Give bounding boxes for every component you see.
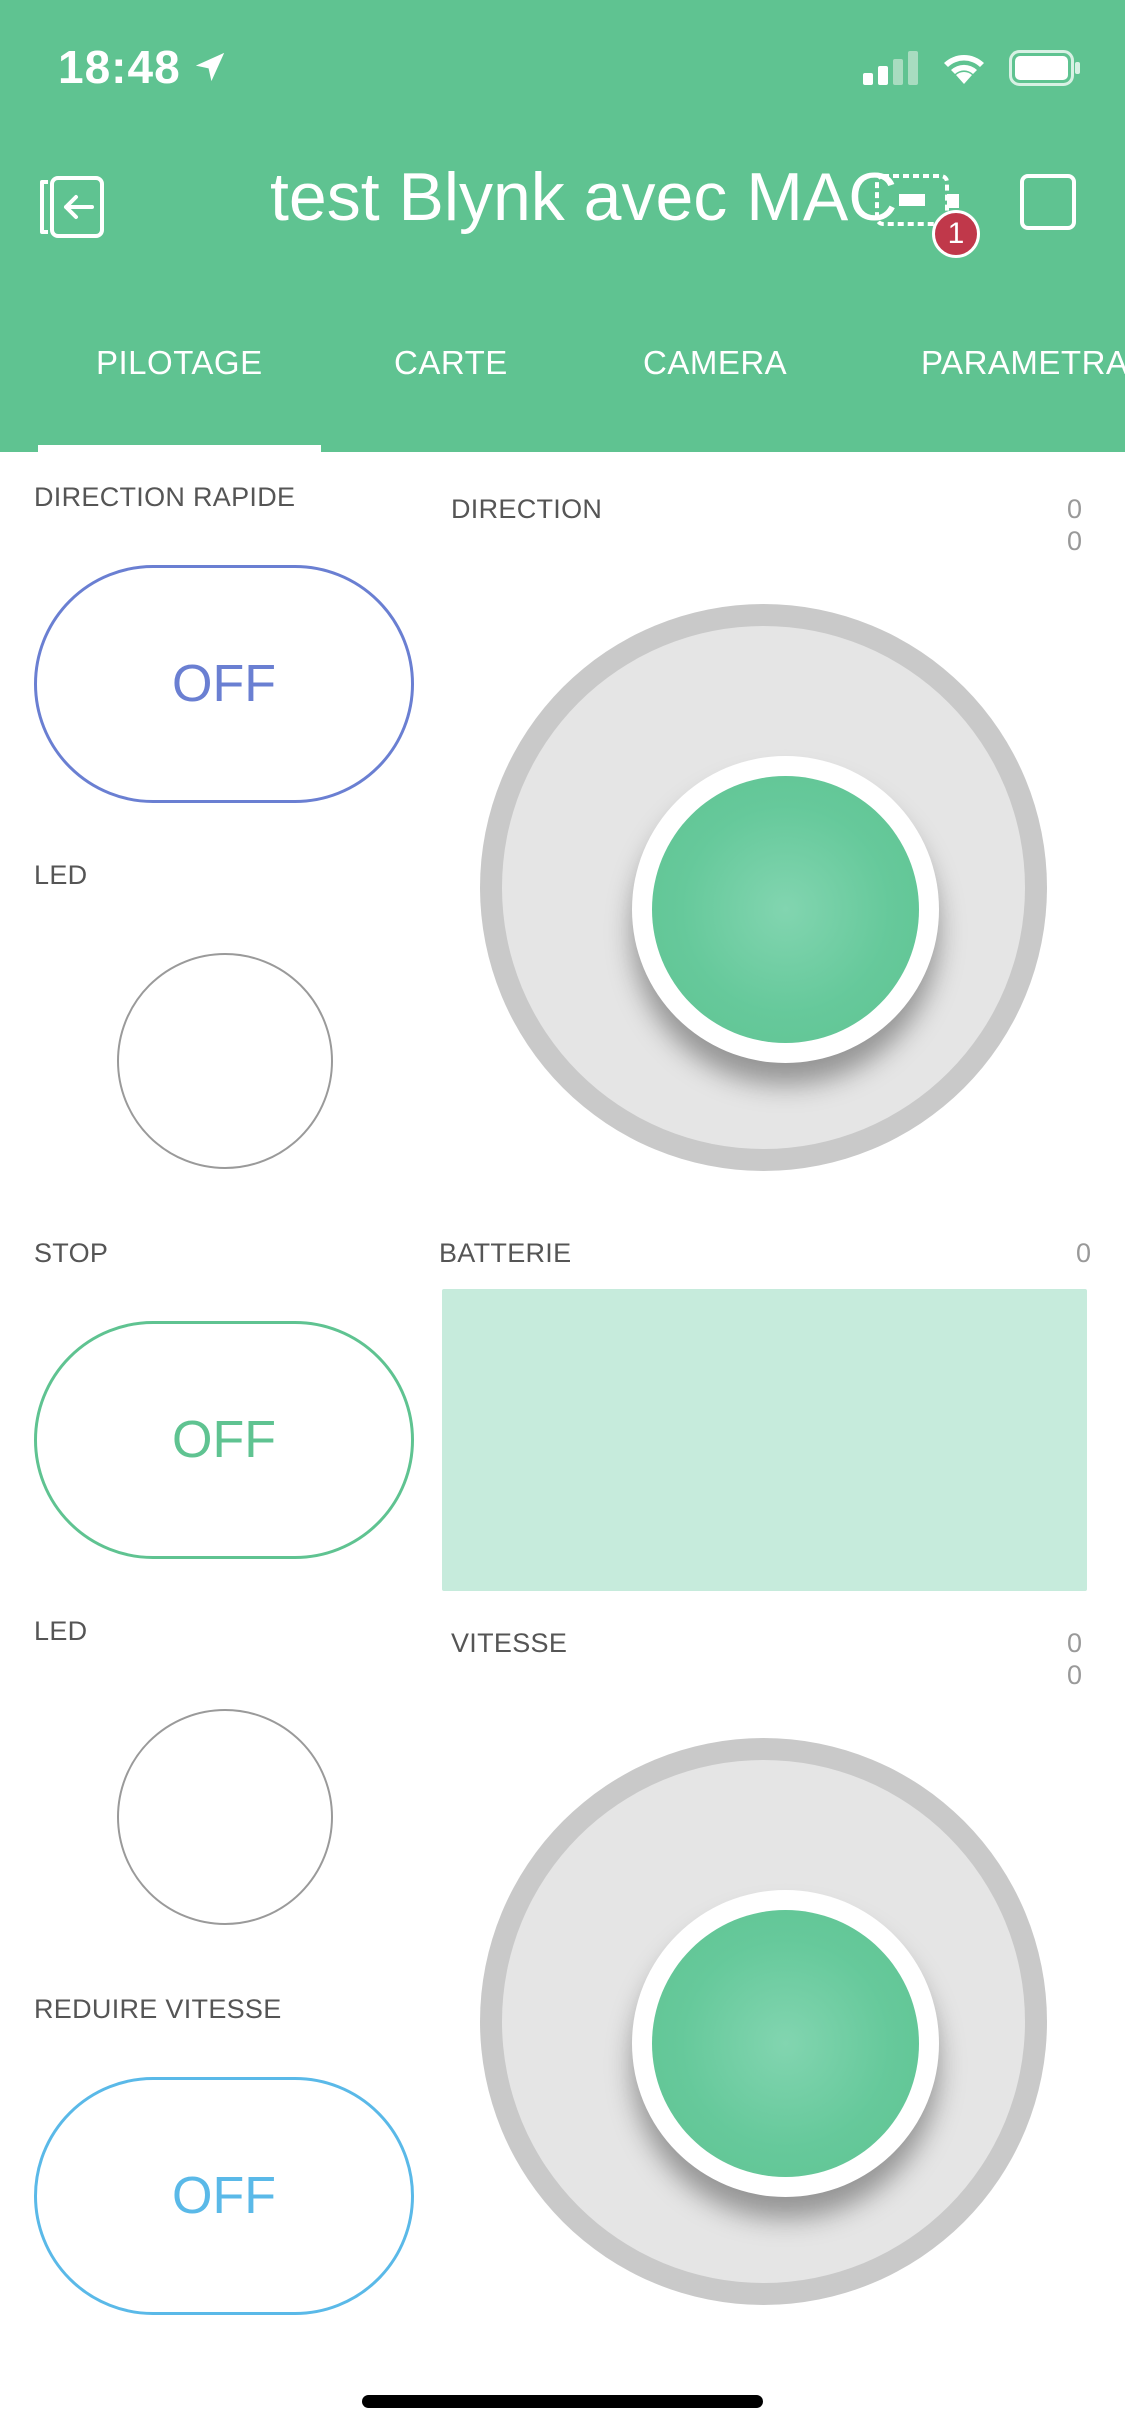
direction-rapide-button[interactable]: OFF: [34, 565, 414, 803]
direction-y-value: 0: [1066, 526, 1082, 556]
led-2-label: LED: [34, 1616, 88, 1646]
stop-label: STOP: [34, 1238, 109, 1268]
vitesse-joystick-knob[interactable]: [652, 1910, 919, 2177]
stop-button[interactable]: OFF: [34, 1321, 414, 1559]
notification-badge: 1: [932, 210, 980, 258]
direction-rapide-label: DIRECTION RAPIDE: [34, 482, 296, 512]
reduire-vitesse-label: REDUIRE VITESSE: [34, 1994, 282, 2024]
title-bar: test Blynk avec MAC 1: [0, 140, 1125, 260]
batterie-level-bar: [442, 1289, 1087, 1591]
exit-icon: [40, 176, 104, 238]
batterie-label: BATTERIE: [439, 1238, 572, 1268]
tab-camera[interactable]: CAMERA: [643, 344, 787, 382]
vitesse-y-value: 0: [1066, 1660, 1082, 1690]
wifi-icon: [944, 55, 984, 84]
vitesse-joystick-pad: [502, 1760, 1025, 2283]
led-1-indicator: [117, 953, 333, 1169]
clock-text: 18:48: [58, 41, 181, 93]
signal-icon: [863, 51, 918, 85]
app-header: 18:48 test Blynk avec MAC 1 PILOTAGE CAR…: [0, 0, 1125, 452]
location-arrow-icon: [195, 52, 224, 82]
direction-joystick-pad: [502, 626, 1025, 1149]
battery-icon: [1009, 50, 1080, 86]
status-time: 18:48: [58, 40, 227, 94]
direction-label: DIRECTION: [451, 494, 603, 524]
active-tab-indicator: [38, 445, 321, 452]
tab-pilotage[interactable]: PILOTAGE: [96, 344, 263, 382]
vitesse-joystick: [480, 1738, 1047, 2305]
stop-project-button[interactable]: [1020, 174, 1076, 230]
led-1-label: LED: [34, 860, 88, 890]
direction-joystick-handle[interactable]: [632, 756, 939, 1063]
vitesse-joystick-handle[interactable]: [632, 1890, 939, 2197]
tab-parametrage[interactable]: PARAMETRAG: [921, 344, 1125, 382]
status-bar: 18:48: [0, 0, 1125, 140]
vitesse-x-value: 0: [1066, 1628, 1082, 1658]
led-2-indicator: [117, 1709, 333, 1925]
direction-joystick-knob[interactable]: [652, 776, 919, 1043]
project-title: test Blynk avec MAC: [270, 159, 898, 235]
direction-joystick: [480, 604, 1047, 1171]
tab-carte[interactable]: CARTE: [394, 344, 508, 382]
vitesse-label: VITESSE: [451, 1628, 568, 1658]
tab-bar: PILOTAGE CARTE CAMERA PARAMETRAG: [0, 330, 1125, 452]
direction-x-value: 0: [1066, 494, 1082, 524]
batterie-value: 0: [1075, 1238, 1091, 1268]
home-indicator[interactable]: [362, 2395, 763, 2408]
exit-project-button[interactable]: [38, 172, 118, 242]
status-icons: [863, 50, 1081, 86]
reduire-vitesse-button[interactable]: OFF: [34, 2077, 414, 2315]
